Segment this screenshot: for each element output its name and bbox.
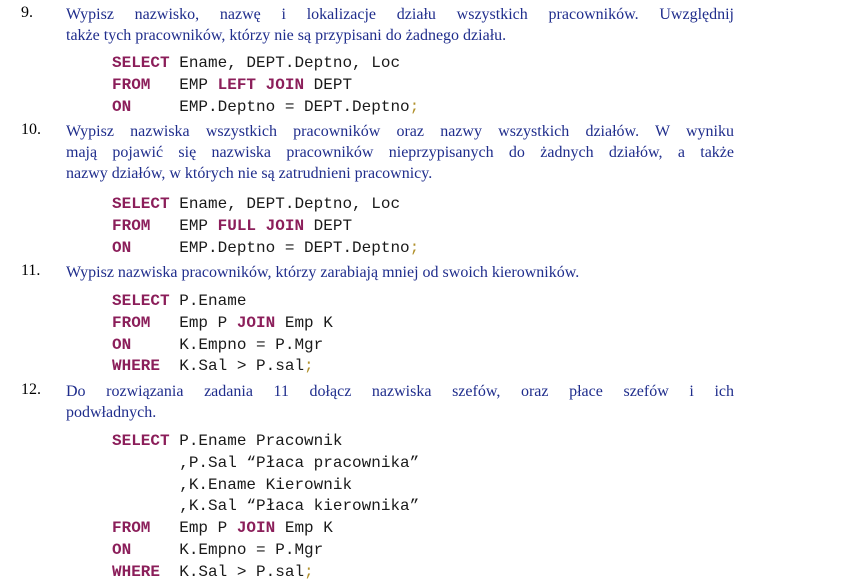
sql-keyword: FROM bbox=[112, 216, 151, 235]
sql-keyword: FROM bbox=[112, 313, 151, 332]
sql-text: Emp K bbox=[275, 313, 333, 332]
sql-line: FROM Emp P JOIN Emp K bbox=[112, 313, 333, 335]
sql-indent bbox=[131, 336, 179, 354]
task-text-line: Wypisz nazwiska pracowników, którzy zara… bbox=[66, 264, 580, 281]
sql-keyword: WHERE bbox=[112, 562, 161, 581]
task-number: 12. bbox=[21, 381, 41, 398]
sql-text: EMP.Deptno = DEPT.Deptno bbox=[179, 238, 410, 257]
sql-indent bbox=[150, 314, 179, 332]
sql-terminator: ; bbox=[304, 357, 314, 376]
sql-keyword: SELECT bbox=[112, 432, 170, 450]
sql-line: ON K.Empno = P.Mgr bbox=[112, 540, 419, 562]
document-page: 9. Wypisz nazwisko, nazwę i lokalizacje … bbox=[0, 0, 846, 585]
sql-keyword: SELECT bbox=[112, 292, 170, 310]
sql-line: WHERE K.Sal > P.sal; bbox=[112, 356, 333, 378]
sql-line: ,P.Sal “Płaca pracownika” bbox=[112, 453, 419, 475]
sql-indent bbox=[112, 497, 179, 515]
task-number: 10. bbox=[21, 121, 41, 138]
sql-line: ON EMP.Deptno = DEPT.Deptno; bbox=[112, 97, 419, 119]
sql-code-block: SELECT Ename, DEPT.Deptno, Loc FROM EMP F… bbox=[112, 194, 419, 259]
sql-indent bbox=[160, 563, 179, 581]
sql-line: ON K.Empno = P.Mgr bbox=[112, 335, 333, 357]
task-text-line: Wypisz nazwiska wszystkich pracowników o… bbox=[66, 123, 734, 140]
sql-indent bbox=[150, 76, 179, 94]
sql-keyword: ON bbox=[112, 97, 132, 116]
task-text-line: nazwy działów, w których nie są zatrudni… bbox=[66, 165, 433, 182]
sql-indent bbox=[131, 541, 179, 559]
sql-keyword: ON bbox=[112, 335, 132, 354]
sql-text: P.Ename bbox=[179, 292, 247, 310]
sql-line: SELECT P.Ename bbox=[112, 291, 333, 313]
task-text-line: podwładnych. bbox=[66, 404, 157, 421]
sql-text: K.Sal > P.sal bbox=[179, 562, 305, 581]
task-description: Do rozwiązania zadania 11 dołącz nazwisk… bbox=[66, 381, 734, 423]
sql-text: Emp P bbox=[179, 519, 237, 538]
sql-line: FROM EMP LEFT JOIN DEPT bbox=[112, 75, 419, 97]
sql-line: WHERE K.Sal > P.sal; bbox=[112, 562, 419, 584]
sql-join-keyword: LEFT JOIN bbox=[217, 75, 305, 94]
sql-text: ,K.Ename Kierownik bbox=[179, 475, 353, 494]
sql-text: K.Empno = P.Mgr bbox=[179, 335, 324, 354]
task-description: Wypisz nazwisko, nazwę i lokalizacje dzi… bbox=[66, 4, 734, 46]
sql-line: FROM Emp P JOIN Emp K bbox=[112, 518, 419, 540]
sql-line: ON EMP.Deptno = DEPT.Deptno; bbox=[112, 238, 419, 260]
sql-line: FROM EMP FULL JOIN DEPT bbox=[112, 216, 419, 238]
sql-keyword: SELECT bbox=[112, 195, 170, 213]
sql-line: SELECT Ename, DEPT.Deptno, Loc bbox=[112, 53, 419, 75]
sql-keyword: WHERE bbox=[112, 357, 161, 376]
sql-text: Emp K bbox=[275, 519, 333, 538]
task-number: 11. bbox=[21, 262, 41, 279]
sql-line: SELECT P.Ename Pracownik bbox=[112, 431, 419, 453]
sql-text: EMP bbox=[179, 75, 218, 94]
sql-keyword: SELECT bbox=[112, 54, 170, 72]
sql-terminator: ; bbox=[409, 238, 420, 257]
task-number: 9. bbox=[21, 4, 33, 21]
sql-line: ,K.Ename Kierownik bbox=[112, 475, 419, 497]
sql-code-block: SELECT Ename, DEPT.Deptno, Loc FROM EMP L… bbox=[112, 53, 419, 118]
task-text-line: Wypisz nazwisko, nazwę i lokalizacje dzi… bbox=[66, 6, 734, 23]
sql-code-block: SELECT P.Ename FROM Emp P JOIN Emp K ON K.… bbox=[112, 291, 333, 378]
sql-keyword: FROM bbox=[112, 519, 151, 538]
sql-join-keyword: JOIN bbox=[236, 313, 276, 332]
sql-text: EMP bbox=[179, 216, 218, 235]
sql-code-block: SELECT P.Ename Pracownik ,P.Sal “Płaca p… bbox=[112, 431, 419, 584]
sql-indent bbox=[150, 217, 179, 235]
sql-text: Ename, DEPT.Deptno, Loc bbox=[179, 195, 401, 213]
sql-indent bbox=[170, 195, 180, 213]
sql-keyword: FROM bbox=[112, 75, 151, 94]
sql-indent bbox=[170, 54, 180, 72]
sql-indent bbox=[112, 476, 179, 494]
sql-indent bbox=[160, 357, 179, 375]
sql-text: Ename, DEPT.Deptno, Loc bbox=[179, 54, 401, 72]
sql-keyword: ON bbox=[112, 540, 132, 559]
task-description: Wypisz nazwiska wszystkich pracowników o… bbox=[66, 121, 734, 184]
sql-indent bbox=[150, 519, 179, 537]
sql-join-keyword: FULL JOIN bbox=[217, 216, 305, 235]
task-text-line: także tych pracowników, którzy nie są pr… bbox=[66, 27, 507, 44]
sql-text: DEPT bbox=[304, 75, 353, 94]
sql-text: K.Sal > P.sal bbox=[179, 357, 305, 376]
sql-indent bbox=[131, 239, 179, 257]
sql-text: ,K.Sal “Płaca kierownika” bbox=[179, 497, 420, 516]
sql-indent bbox=[112, 454, 179, 472]
sql-indent bbox=[170, 292, 180, 310]
task-text-line: Do rozwiązania zadania 11 dołącz nazwisk… bbox=[66, 383, 734, 400]
sql-line: SELECT Ename, DEPT.Deptno, Loc bbox=[112, 194, 419, 216]
task-description: Wypisz nazwiska pracowników, którzy zara… bbox=[66, 262, 734, 283]
sql-join-keyword: JOIN bbox=[236, 519, 276, 538]
sql-text: ,P.Sal “Płaca pracownika” bbox=[179, 453, 420, 472]
sql-keyword: ON bbox=[112, 238, 132, 257]
sql-text: DEPT bbox=[304, 216, 353, 235]
sql-text: Emp P bbox=[179, 313, 237, 332]
sql-text: EMP.Deptno = DEPT.Deptno bbox=[179, 97, 410, 116]
sql-text: K.Empno = P.Mgr bbox=[179, 540, 324, 559]
sql-line: ,K.Sal “Płaca kierownika” bbox=[112, 496, 419, 518]
sql-terminator: ; bbox=[409, 97, 420, 116]
sql-terminator: ; bbox=[304, 562, 314, 581]
task-text-line: mają pojawić się nazwiska pracowników ni… bbox=[66, 144, 734, 161]
sql-indent bbox=[170, 432, 180, 450]
sql-indent bbox=[131, 98, 179, 116]
sql-text: P.Ename Pracownik bbox=[179, 432, 343, 450]
